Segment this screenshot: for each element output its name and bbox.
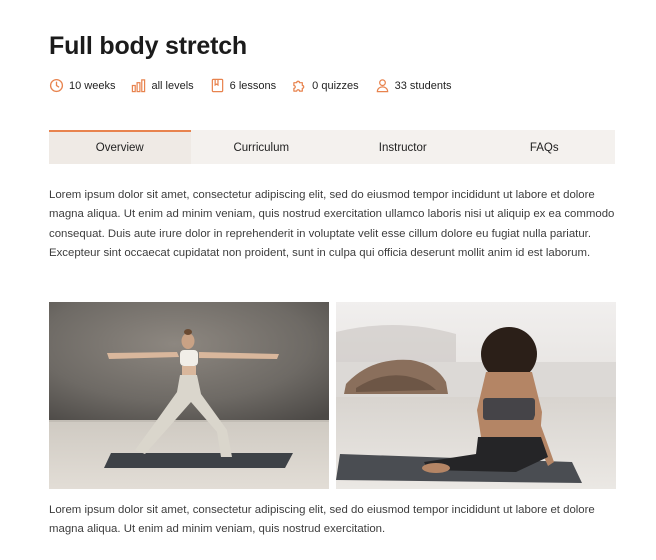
course-tabs: Overview Curriculum Instructor FAQs	[49, 130, 615, 164]
meta-lessons: 6 lessons	[210, 78, 276, 93]
page-title: Full body stretch	[49, 32, 248, 60]
course-meta: 10 weeks all levels 6 lessons 0 quizzes …	[49, 78, 468, 93]
meta-students-label: 33 students	[394, 79, 452, 92]
meta-duration-label: 10 weeks	[69, 79, 116, 92]
meta-lessons-label: 6 lessons	[229, 79, 277, 92]
meta-level: all levels	[131, 78, 194, 93]
yoga-warrior-photo	[49, 302, 329, 489]
book-icon	[211, 78, 223, 93]
user-icon	[376, 79, 388, 93]
yoga-beach-photo	[336, 302, 616, 489]
overview-paragraph: Lorem ipsum dolor sit amet, consectetur …	[49, 189, 615, 259]
meta-quizzes-label: 0 quizzes	[312, 79, 359, 92]
tab-overview[interactable]: Overview	[49, 130, 191, 164]
meta-quizzes: 0 quizzes	[292, 78, 359, 93]
clock-icon	[49, 78, 64, 93]
closing-paragraph: Lorem ipsum dolor sit amet, consectetur …	[49, 504, 595, 536]
tab-curriculum[interactable]: Curriculum	[191, 130, 333, 164]
meta-duration: 10 weeks	[49, 78, 115, 93]
tab-faqs[interactable]: FAQs	[474, 130, 616, 164]
bar-chart-icon	[132, 79, 146, 93]
meta-level-label: all levels	[151, 79, 194, 92]
tab-instructor[interactable]: Instructor	[332, 130, 474, 164]
puzzle-icon	[293, 80, 305, 92]
meta-students: 33 students	[375, 78, 452, 93]
